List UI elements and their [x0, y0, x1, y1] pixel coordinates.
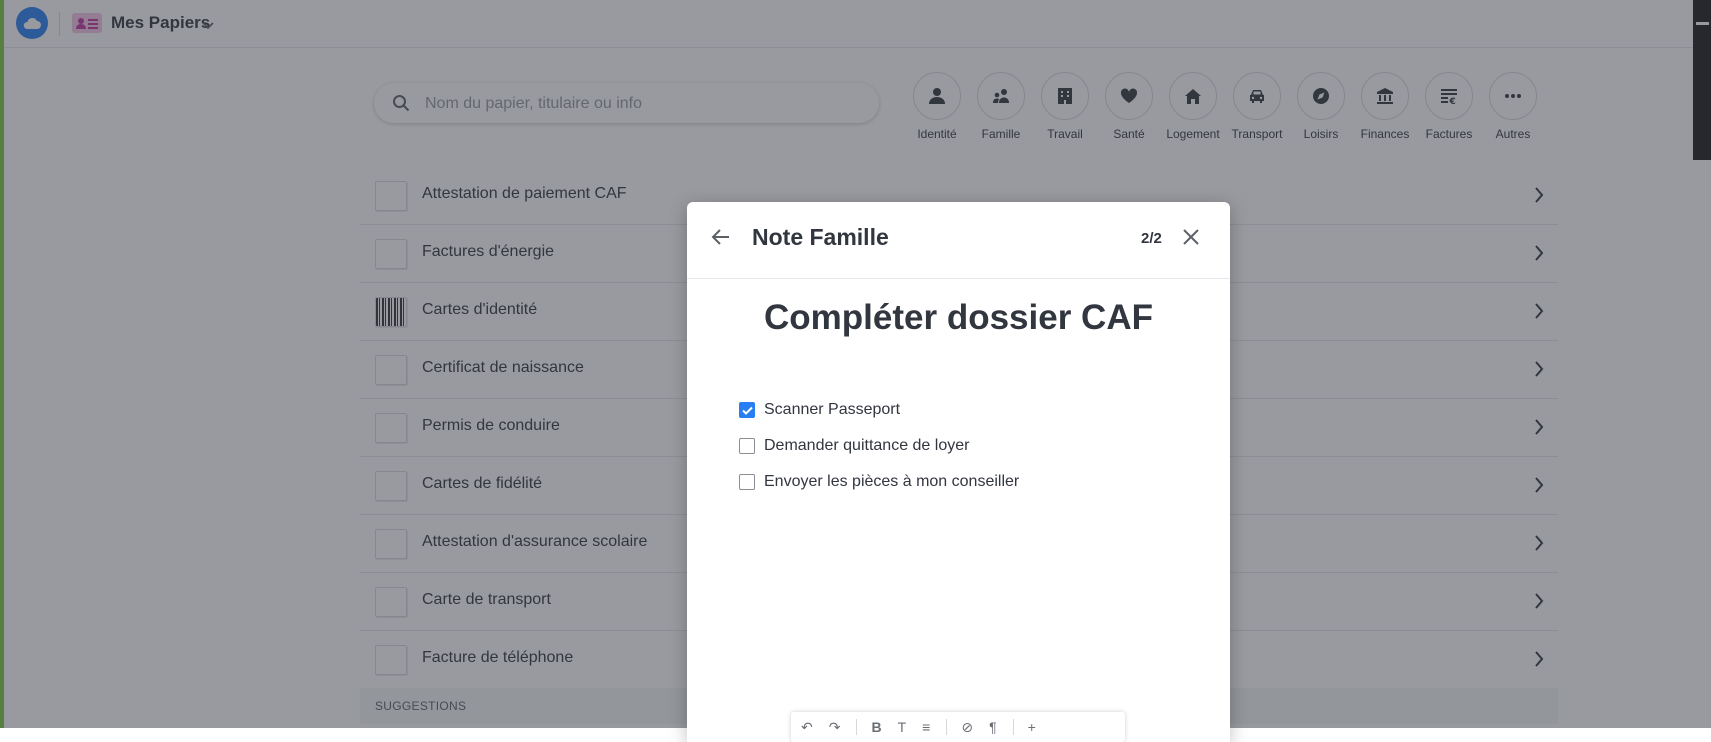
todo-item[interactable]: Demander quittance de loyer: [739, 428, 1019, 464]
modal-header: Note Famille 2/2: [687, 202, 1230, 279]
note-modal: Note Famille 2/2 Compléter dossier CAF S…: [687, 202, 1230, 742]
list-icon[interactable]: ≡: [922, 719, 930, 735]
editor-toolbar: ↶ ↷ B T ≡ ⊘ ¶ +: [791, 712, 1125, 742]
back-button[interactable]: [711, 228, 731, 251]
todo-text: Demander quittance de loyer: [764, 437, 970, 454]
text-style-icon[interactable]: T: [898, 719, 907, 735]
modal-title: Note Famille: [752, 224, 889, 250]
arrow-left-icon: [711, 229, 729, 245]
close-button[interactable]: [1182, 228, 1200, 251]
page-indicator: 2/2: [1141, 230, 1162, 247]
todo-list: Scanner Passeport Demander quittance de …: [739, 392, 1019, 500]
link-icon[interactable]: ⊘: [961, 719, 973, 736]
todo-item[interactable]: Scanner Passeport: [739, 392, 1019, 428]
close-icon: [1183, 229, 1199, 245]
check-icon: [741, 406, 753, 415]
undo-icon[interactable]: ↶: [801, 719, 813, 736]
todo-text: Scanner Passeport: [764, 401, 901, 418]
redo-icon[interactable]: ↷: [829, 719, 841, 736]
todo-item[interactable]: Envoyer les pièces à mon conseiller: [739, 464, 1019, 500]
bold-icon[interactable]: B: [871, 719, 881, 735]
insert-icon[interactable]: +: [1028, 719, 1036, 735]
todo-text: Envoyer les pièces à mon conseiller: [764, 473, 1020, 490]
checkbox-checked[interactable]: [739, 402, 755, 418]
checkbox-unchecked[interactable]: [739, 438, 755, 454]
format-icon[interactable]: ¶: [989, 719, 997, 735]
note-title[interactable]: Compléter dossier CAF: [687, 298, 1230, 338]
checkbox-unchecked[interactable]: [739, 474, 755, 490]
